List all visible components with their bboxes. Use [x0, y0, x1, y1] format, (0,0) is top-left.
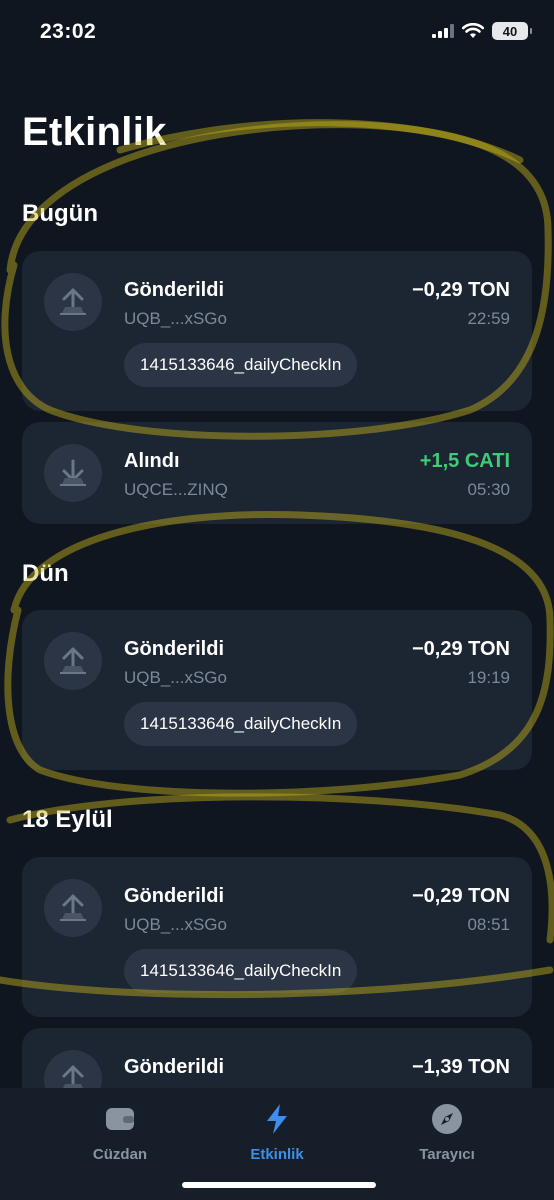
tab-browser[interactable]: Tarayıcı — [377, 1102, 517, 1163]
transaction-card[interactable]: Gönderildi UQB_...xSGo −0,29 TON 22:59 1… — [22, 251, 532, 411]
sent-arrow-icon — [44, 1050, 102, 1088]
tab-label: Cüzdan — [92, 1146, 148, 1163]
tab-activity[interactable]: Etkinlik — [207, 1102, 347, 1163]
transaction-address: UQB_...xSGo — [124, 309, 227, 328]
transaction-time: 08:51 — [467, 915, 510, 934]
sent-arrow-icon — [44, 879, 102, 937]
transaction-type: Gönderildi — [124, 885, 224, 907]
transaction-address: UQCE...ZINQ — [124, 480, 228, 499]
transaction-amount: −0,29 TON — [411, 279, 510, 301]
transaction-amount: −1,39 TON — [411, 1056, 510, 1078]
transaction-comment: 1415133646_dailyCheckIn — [124, 343, 358, 387]
transaction-card[interactable]: Alındı UQCE...ZINQ +1,5 CATI 05:30 — [22, 422, 532, 524]
section-title-yesterday: Dün — [22, 560, 69, 587]
transaction-time: 22:59 — [467, 309, 510, 328]
tab-label: Etkinlik — [250, 1146, 304, 1163]
transaction-amount: +1,5 CATI — [419, 450, 510, 472]
transaction-type: Gönderildi — [124, 279, 224, 301]
transaction-type: Gönderildi — [124, 1056, 224, 1078]
section-title-date: 18 Eylül — [22, 806, 113, 833]
transaction-address: UQB_...xSGo — [124, 915, 227, 934]
transaction-card[interactable]: Gönderildi UQB_...xSGo −0,29 TON 08:51 1… — [22, 857, 532, 1017]
transaction-card[interactable]: Gönderildi −1,39 TON — [22, 1028, 532, 1088]
compass-icon — [432, 1104, 462, 1134]
transaction-time: 19:19 — [467, 668, 510, 687]
sent-arrow-icon — [44, 273, 102, 331]
page-title: Etkinlik — [22, 110, 167, 154]
transaction-address: UQB_...xSGo — [124, 668, 227, 687]
transaction-comment: 1415133646_dailyCheckIn — [124, 949, 358, 993]
received-arrow-icon — [44, 444, 102, 502]
transaction-type: Alındı — [124, 450, 180, 472]
tab-label: Tarayıcı — [419, 1146, 475, 1163]
section-title-today: Bugün — [22, 200, 98, 227]
sent-arrow-icon — [44, 632, 102, 690]
transaction-type: Gönderildi — [124, 638, 224, 660]
transaction-amount: −0,29 TON — [411, 885, 510, 907]
home-indicator[interactable] — [182, 1182, 376, 1188]
transaction-amount: −0,29 TON — [411, 638, 510, 660]
transaction-comment: 1415133646_dailyCheckIn — [124, 702, 358, 746]
tab-wallet[interactable]: Cüzdan — [50, 1102, 190, 1163]
transaction-card[interactable]: Gönderildi UQB_...xSGo −0,29 TON 19:19 1… — [22, 610, 532, 770]
transaction-time: 05:30 — [467, 480, 510, 499]
wallet-icon — [106, 1108, 134, 1130]
lightning-icon — [267, 1104, 287, 1134]
activity-list[interactable]: Etkinlik Bugün Gönderildi UQB_...xSGo −0… — [0, 0, 554, 1088]
